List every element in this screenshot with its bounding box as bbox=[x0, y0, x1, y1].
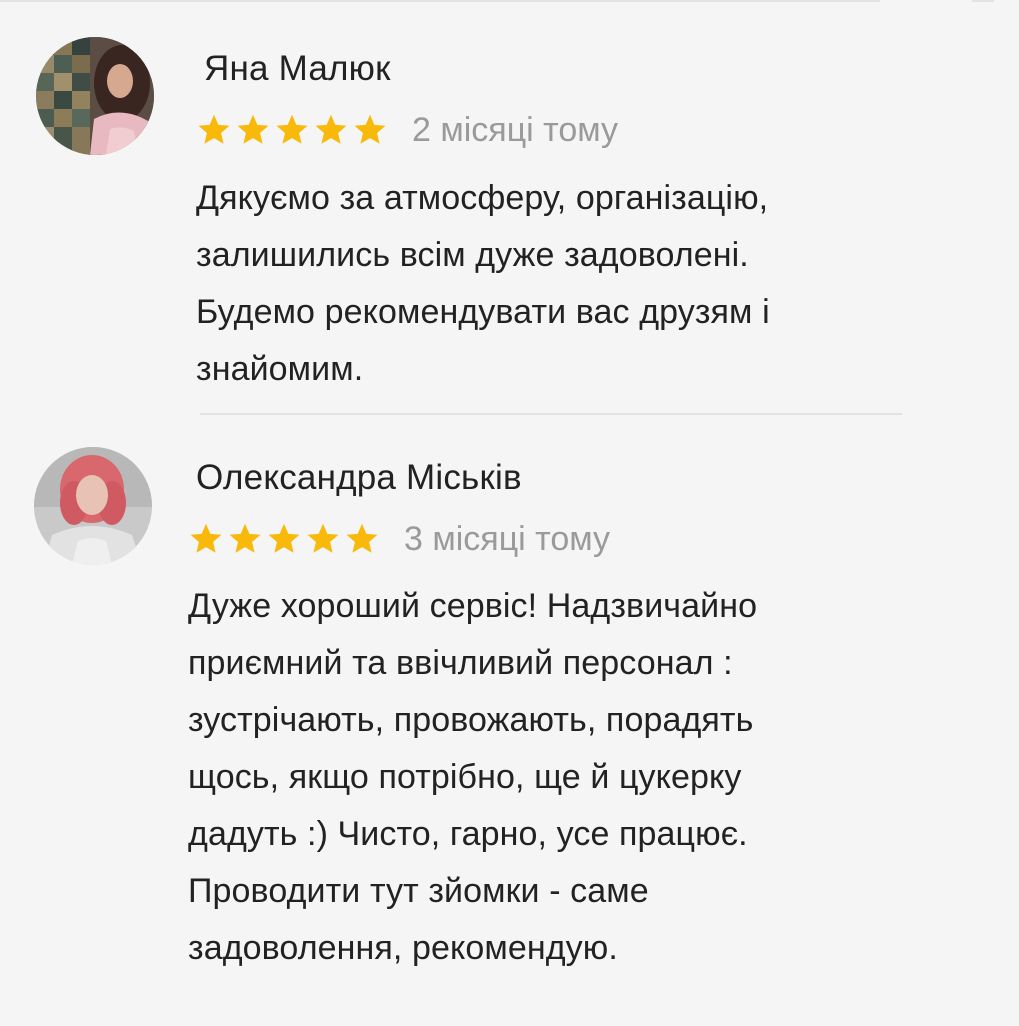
top-divider-segment bbox=[972, 0, 994, 2]
avatar[interactable] bbox=[34, 447, 152, 565]
star-icon bbox=[266, 521, 302, 557]
review-date: 3 місяці тому bbox=[404, 520, 611, 558]
star-rating bbox=[196, 112, 388, 148]
star-rating bbox=[188, 521, 380, 557]
review-text: Дякуємо за атмосферу, організацію, залиш… bbox=[196, 179, 770, 388]
top-divider bbox=[0, 0, 880, 2]
review-author[interactable]: Яна Малюк bbox=[204, 48, 391, 90]
rating-row: 2 місяці тому bbox=[196, 108, 618, 152]
star-icon bbox=[196, 112, 232, 148]
review-divider bbox=[200, 413, 902, 415]
star-icon bbox=[305, 521, 341, 557]
review-text: Дуже хороший сервіс! Надзвичайно приємни… bbox=[188, 587, 758, 967]
star-icon bbox=[235, 112, 271, 148]
review-date: 2 місяці тому bbox=[412, 111, 619, 149]
star-icon bbox=[274, 112, 310, 148]
star-icon bbox=[188, 521, 224, 557]
star-icon bbox=[313, 112, 349, 148]
review-author[interactable]: Олександра Міськів bbox=[196, 457, 522, 499]
star-icon bbox=[227, 521, 263, 557]
rating-row: 3 місяці тому bbox=[188, 517, 610, 561]
star-icon bbox=[344, 521, 380, 557]
star-icon bbox=[352, 112, 388, 148]
avatar[interactable] bbox=[36, 37, 154, 155]
